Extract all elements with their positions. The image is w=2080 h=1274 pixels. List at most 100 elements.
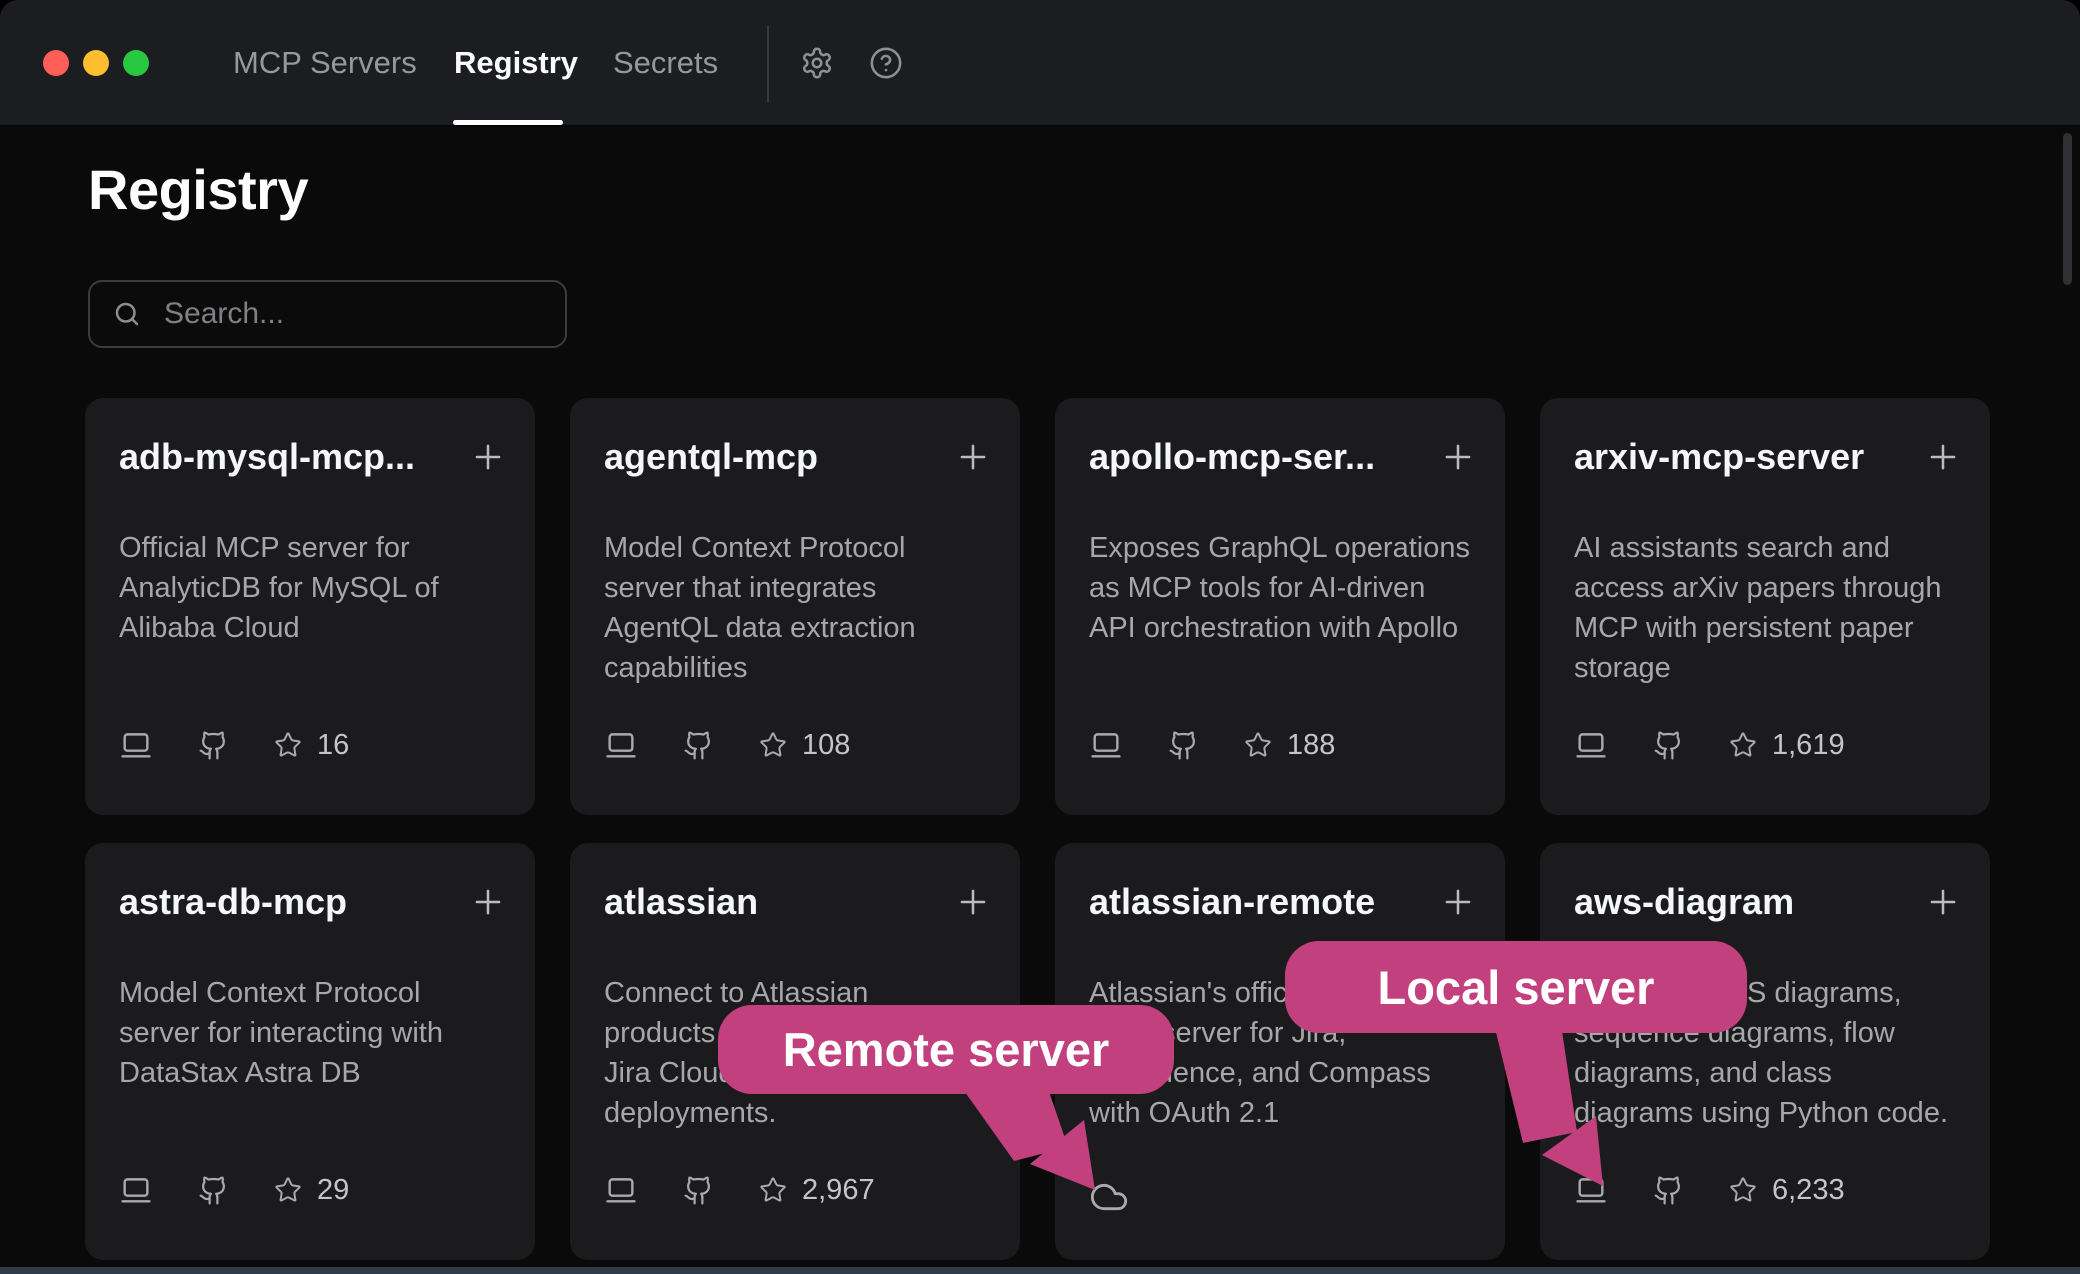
- settings-gear-icon[interactable]: [800, 46, 834, 80]
- add-server-button[interactable]: [954, 883, 992, 921]
- star-count: 108: [802, 729, 850, 762]
- help-icon[interactable]: [869, 46, 903, 80]
- description-line: Model Context Protocol: [604, 528, 916, 568]
- registry-card[interactable]: adb-mysql-mcp... Official MCP server for…: [85, 398, 535, 815]
- registry-card[interactable]: agentql-mcp Model Context Protocolserver…: [570, 398, 1020, 815]
- github-icon: [1168, 730, 1199, 761]
- description-line: storage: [1574, 648, 1942, 688]
- close-window-button[interactable]: [43, 50, 69, 76]
- card-title: atlassian: [604, 881, 758, 923]
- description-line: Model Context Protocol: [119, 973, 443, 1013]
- description-line: access arXiv papers through: [1574, 568, 1942, 608]
- card-title: apollo-mcp-ser...: [1089, 436, 1375, 478]
- star-icon: [274, 1176, 302, 1204]
- star-icon: [1729, 1176, 1757, 1204]
- description-line: MCP with persistent paper: [1574, 608, 1942, 648]
- star-count: 16: [317, 729, 349, 762]
- description-line: with OAuth 2.1: [1089, 1093, 1431, 1133]
- card-description: Model Context Protocolserver for interac…: [119, 973, 443, 1093]
- local-server-icon: [119, 728, 153, 762]
- local-server-callout: Local server: [1285, 941, 1747, 1033]
- card-description: Exposes GraphQL operationsas MCP tools f…: [1089, 528, 1470, 648]
- card-description: Model Context Protocolserver that integr…: [604, 528, 916, 688]
- registry-card[interactable]: astra-db-mcp Model Context Protocolserve…: [85, 843, 535, 1260]
- description-line: AgentQL data extraction: [604, 608, 916, 648]
- titlebar: MCP Servers Registry Secrets: [0, 0, 2080, 127]
- description-line: Alibaba Cloud: [119, 608, 439, 648]
- description-line: server that integrates: [604, 568, 916, 608]
- star-count: 1,619: [1772, 729, 1845, 762]
- tab-registry[interactable]: Registry: [454, 0, 578, 125]
- add-server-button[interactable]: [954, 438, 992, 476]
- remote-server-callout: Remote server: [718, 1005, 1174, 1094]
- tab-secrets[interactable]: Secrets: [613, 0, 718, 125]
- star-icon: [1729, 731, 1757, 759]
- card-footer: 6,233: [1574, 1172, 1845, 1208]
- card-description: AI assistants search andaccess arXiv pap…: [1574, 528, 1942, 688]
- star-count: 2,967: [802, 1174, 875, 1207]
- description-line: diagrams using Python code.: [1574, 1093, 1948, 1133]
- registry-card[interactable]: arxiv-mcp-server AI assistants search an…: [1540, 398, 1990, 815]
- add-server-button[interactable]: [1439, 883, 1477, 921]
- add-server-button[interactable]: [1924, 883, 1962, 921]
- github-icon: [683, 1175, 714, 1206]
- local-server-icon: [604, 728, 638, 762]
- card-title: atlassian-remote: [1089, 881, 1375, 923]
- add-server-button[interactable]: [469, 438, 507, 476]
- github-icon: [198, 1175, 229, 1206]
- star-count: 29: [317, 1174, 349, 1207]
- description-line: Official MCP server for: [119, 528, 439, 568]
- minimize-window-button[interactable]: [83, 50, 109, 76]
- star-icon: [759, 1176, 787, 1204]
- description-line: Exposes GraphQL operations: [1089, 528, 1470, 568]
- description-line: AI assistants search and: [1574, 528, 1942, 568]
- description-line: AnalyticDB for MySQL of: [119, 568, 439, 608]
- page-title: Registry: [88, 157, 308, 222]
- description-line: capabilities: [604, 648, 916, 688]
- card-footer: 16: [119, 727, 349, 763]
- description-line: API orchestration with Apollo: [1089, 608, 1470, 648]
- titlebar-divider: [767, 26, 769, 102]
- local-server-icon: [119, 1173, 153, 1207]
- star-icon: [1244, 731, 1272, 759]
- card-footer: 2,967: [604, 1172, 875, 1208]
- add-server-button[interactable]: [469, 883, 507, 921]
- card-footer: 108: [604, 727, 850, 763]
- search-input[interactable]: [164, 297, 550, 331]
- add-server-button[interactable]: [1439, 438, 1477, 476]
- card-grid: adb-mysql-mcp... Official MCP server for…: [85, 398, 1990, 1260]
- card-description: Official MCP server forAnalyticDB for My…: [119, 528, 439, 648]
- star-icon: [759, 731, 787, 759]
- zoom-window-button[interactable]: [123, 50, 149, 76]
- local-server-icon: [1574, 1173, 1608, 1207]
- vertical-scrollbar-thumb[interactable]: [2063, 133, 2072, 285]
- description-line: diagrams, and class: [1574, 1053, 1948, 1093]
- star-count: 188: [1287, 729, 1335, 762]
- card-title: agentql-mcp: [604, 436, 818, 478]
- github-icon: [1653, 730, 1684, 761]
- local-server-icon: [1089, 728, 1123, 762]
- registry-card[interactable]: aws-diagram Generate AWS diagrams,sequen…: [1540, 843, 1990, 1260]
- description-line: deployments.: [604, 1093, 884, 1133]
- star-icon: [274, 731, 302, 759]
- card-footer: 1,619: [1574, 727, 1845, 763]
- search-box[interactable]: [88, 280, 567, 348]
- remote-cloud-icon: [1089, 1163, 1129, 1217]
- app-window: MCP Servers Registry Secrets Registry ad…: [0, 0, 2080, 1274]
- card-title: arxiv-mcp-server: [1574, 436, 1864, 478]
- star-count: 6,233: [1772, 1174, 1845, 1207]
- card-footer: [1089, 1172, 1129, 1208]
- description-line: DataStax Astra DB: [119, 1053, 443, 1093]
- tab-mcp-servers[interactable]: MCP Servers: [233, 0, 417, 125]
- description-line: server for interacting with: [119, 1013, 443, 1053]
- card-footer: 29: [119, 1172, 349, 1208]
- github-icon: [1653, 1175, 1684, 1206]
- search-icon: [112, 299, 142, 329]
- card-title: aws-diagram: [1574, 881, 1794, 923]
- window-bottom-edge: [0, 1267, 2080, 1274]
- github-icon: [683, 730, 714, 761]
- registry-card[interactable]: apollo-mcp-ser... Exposes GraphQL operat…: [1055, 398, 1505, 815]
- card-footer: 188: [1089, 727, 1335, 763]
- add-server-button[interactable]: [1924, 438, 1962, 476]
- card-title: adb-mysql-mcp...: [119, 436, 415, 478]
